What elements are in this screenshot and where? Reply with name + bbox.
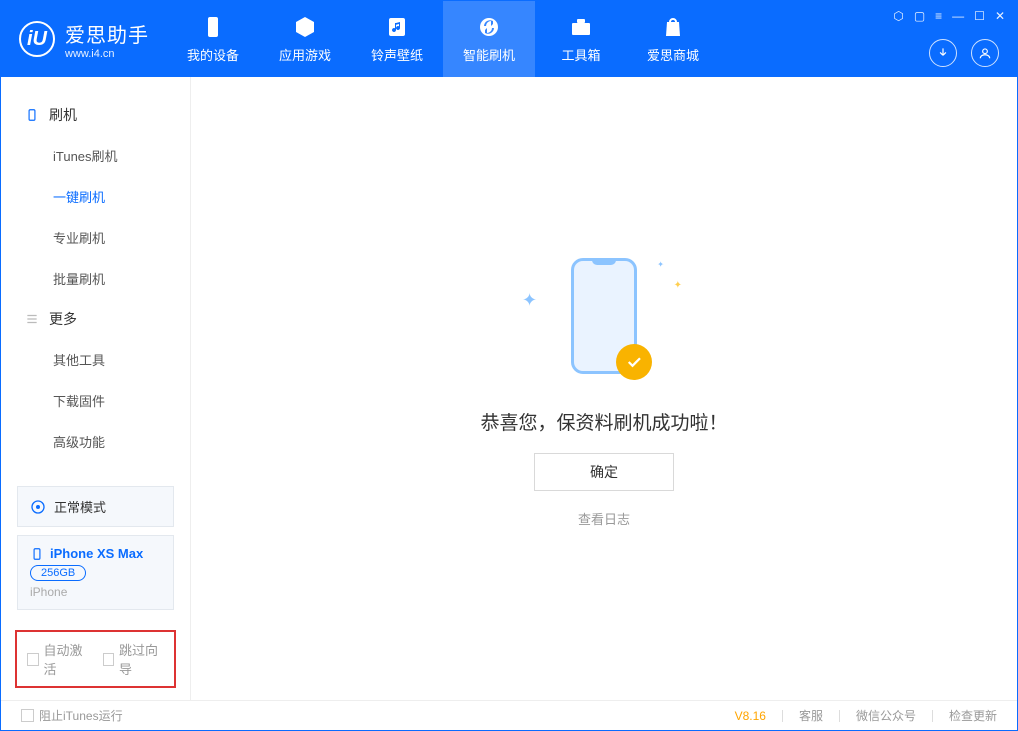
app-header: iU 爱思助手 www.i4.cn 我的设备 应用游戏 铃声壁纸 智能刷机 工具… <box>1 1 1017 77</box>
device-mode-box[interactable]: 正常模式 <box>17 486 174 527</box>
download-button[interactable] <box>929 39 957 67</box>
window-controls: ⬡ ▢ ≡ — ☐ ✕ <box>893 9 1005 23</box>
sync-icon <box>30 499 46 515</box>
tab-my-device[interactable]: 我的设备 <box>167 1 259 77</box>
main-content: ✦ ✦ ✦ 恭喜您，保资料刷机成功啦！ 确定 查看日志 <box>191 77 1017 700</box>
device-info-box[interactable]: iPhone XS Max 256GB iPhone <box>17 535 174 610</box>
success-message: 恭喜您，保资料刷机成功啦！ <box>480 408 727 435</box>
top-nav: 我的设备 应用游戏 铃声壁纸 智能刷机 工具箱 爱思商城 <box>167 1 719 77</box>
mode-label: 正常模式 <box>54 497 106 516</box>
user-icon <box>978 46 992 60</box>
refresh-icon <box>477 15 501 39</box>
sparkle-icon: ✦ <box>657 260 664 269</box>
divider <box>932 710 933 722</box>
note-icon <box>385 15 409 39</box>
tab-ringtones[interactable]: 铃声壁纸 <box>351 1 443 77</box>
list-icon <box>25 312 39 326</box>
device-type: iPhone <box>30 585 161 599</box>
tab-label: 铃声壁纸 <box>371 45 423 64</box>
maximize-button[interactable]: ☐ <box>974 9 985 23</box>
tab-label: 应用游戏 <box>279 45 331 64</box>
device-icon <box>201 15 225 39</box>
checkbox-label: 自动激活 <box>44 640 89 678</box>
bag-icon <box>661 15 685 39</box>
cube-icon <box>293 15 317 39</box>
device-name: iPhone XS Max <box>30 546 161 561</box>
download-icon <box>936 46 950 60</box>
success-illustration: ✦ ✦ ✦ <box>514 250 694 390</box>
checkbox-label: 跳过向导 <box>119 640 164 678</box>
checkbox-auto-activate[interactable]: 自动激活 <box>27 640 89 678</box>
divider <box>839 710 840 722</box>
highlighted-options: 自动激活 跳过向导 <box>15 630 176 688</box>
checkbox-icon <box>21 709 34 722</box>
sidebar: 刷机 iTunes刷机 一键刷机 专业刷机 批量刷机 更多 其他工具 下载固件 … <box>1 77 191 700</box>
tab-store[interactable]: 爱思商城 <box>627 1 719 77</box>
feedback-icon[interactable]: ▢ <box>914 9 925 23</box>
header-actions <box>929 39 999 67</box>
toolbox-icon <box>569 15 593 39</box>
sidebar-section-flash: 刷机 <box>1 95 190 135</box>
checkbox-icon <box>27 653 39 666</box>
status-bar: 阻止iTunes运行 V8.16 客服 微信公众号 检查更新 <box>1 700 1017 730</box>
section-label: 更多 <box>49 309 77 329</box>
tab-label: 工具箱 <box>561 45 600 64</box>
shirt-icon[interactable]: ⬡ <box>893 9 903 23</box>
divider <box>782 710 783 722</box>
view-logs-link[interactable]: 查看日志 <box>578 509 630 528</box>
sidebar-section-more: 更多 <box>1 299 190 339</box>
tab-toolbox[interactable]: 工具箱 <box>535 1 627 77</box>
section-label: 刷机 <box>49 105 77 125</box>
footer-link-update[interactable]: 检查更新 <box>949 707 997 724</box>
version-label: V8.16 <box>735 709 766 723</box>
ok-button[interactable]: 确定 <box>534 453 674 491</box>
menu-icon[interactable]: ≡ <box>935 9 942 23</box>
checkbox-block-itunes[interactable]: 阻止iTunes运行 <box>21 707 123 724</box>
sidebar-item-advanced[interactable]: 高级功能 <box>1 421 190 462</box>
logo-icon: iU <box>19 21 55 57</box>
sidebar-item-other-tools[interactable]: 其他工具 <box>1 339 190 380</box>
tab-label: 爱思商城 <box>647 45 699 64</box>
logo-title: 爱思助手 <box>65 19 149 48</box>
sidebar-item-oneclick-flash[interactable]: 一键刷机 <box>1 176 190 217</box>
user-button[interactable] <box>971 39 999 67</box>
logo: iU 爱思助手 www.i4.cn <box>1 1 167 77</box>
sidebar-item-download-firmware[interactable]: 下载固件 <box>1 380 190 421</box>
footer-link-service[interactable]: 客服 <box>799 707 823 724</box>
checkbox-icon <box>103 653 115 666</box>
phone-icon <box>25 108 39 122</box>
tab-label: 智能刷机 <box>463 45 515 64</box>
tab-smart-flash[interactable]: 智能刷机 <box>443 1 535 77</box>
sparkle-icon: ✦ <box>522 290 537 311</box>
tab-apps[interactable]: 应用游戏 <box>259 1 351 77</box>
close-button[interactable]: ✕ <box>995 9 1005 23</box>
logo-url: www.i4.cn <box>65 48 149 60</box>
phone-small-icon <box>30 547 44 561</box>
footer-link-wechat[interactable]: 微信公众号 <box>856 707 916 724</box>
check-circle-icon <box>616 344 652 380</box>
checkbox-skip-guide[interactable]: 跳过向导 <box>103 640 165 678</box>
sidebar-item-itunes-flash[interactable]: iTunes刷机 <box>1 135 190 176</box>
checkbox-label: 阻止iTunes运行 <box>39 707 123 724</box>
tab-label: 我的设备 <box>187 45 239 64</box>
sparkle-icon: ✦ <box>674 280 682 291</box>
sidebar-item-pro-flash[interactable]: 专业刷机 <box>1 217 190 258</box>
sidebar-item-batch-flash[interactable]: 批量刷机 <box>1 258 190 299</box>
minimize-button[interactable]: — <box>952 9 964 23</box>
device-storage-badge: 256GB <box>30 565 86 581</box>
